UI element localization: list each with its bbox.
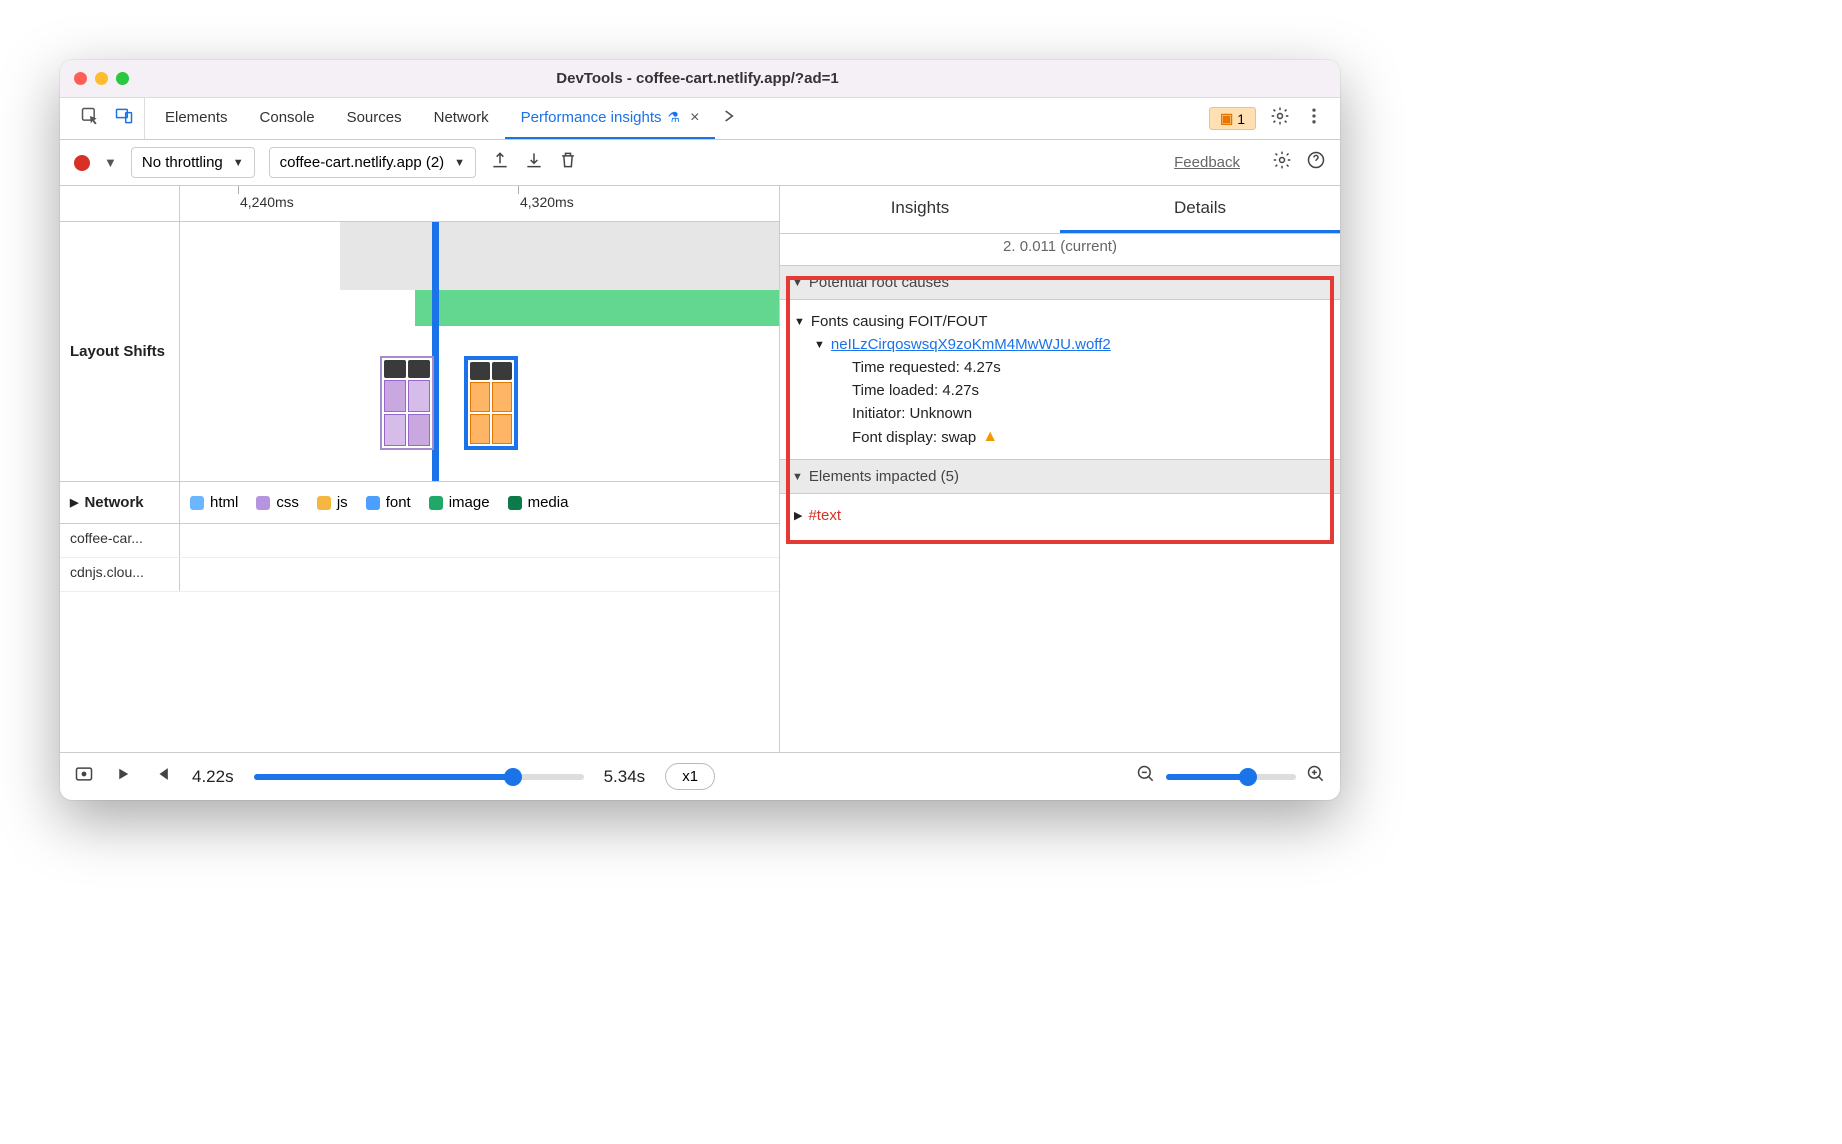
inspect-element-icon[interactable] [80,106,100,131]
delete-icon[interactable] [558,150,578,175]
tab-network[interactable]: Network [418,98,505,139]
chevron-right-icon: ▶ [70,496,78,509]
playback-footer: 4.22s 5.34s x1 [60,752,1340,800]
font-file-link-row[interactable]: ▼ neILzCirqoswsqX9zoKmM4MwWJU.woff2 [794,333,1326,356]
playback-speed[interactable]: x1 [665,763,715,790]
import-icon[interactable] [524,150,544,175]
tab-console[interactable]: Console [244,98,331,139]
experiment-flask-icon: ⚗ [668,109,681,126]
titlebar: DevTools - coffee-cart.netlify.app/?ad=1 [60,60,1340,98]
legend-image: image [449,494,490,511]
zoom-out-icon[interactable] [1136,764,1156,789]
legend-font: font [386,494,411,511]
initiator: Initiator: Unknown [794,402,1326,425]
source-label: coffee-cart.netlify.app (2) [280,154,445,171]
tab-details[interactable]: Details [1060,186,1340,233]
timeline-band [340,222,779,290]
issues-badge[interactable]: ▣ 1 [1209,107,1256,130]
network-legend: html css js font image media [180,482,779,523]
network-label[interactable]: ▶ Network [60,482,180,523]
help-icon[interactable] [1306,150,1326,175]
caret-right-icon: ▶ [794,509,802,522]
track-label: Layout Shifts [60,222,180,481]
details-tabs: Insights Details [780,186,1340,234]
time-ruler[interactable]: 4,240ms 4,320ms [60,186,779,222]
legend-html: html [210,494,238,511]
export-icon[interactable] [490,150,510,175]
time-end: 5.34s [604,767,646,787]
tab-label: Performance insights [521,109,662,126]
section-root-causes[interactable]: ▼ Potential root causes [780,265,1340,300]
caret-down-icon: ▼ [792,471,803,483]
layout-shifts-content[interactable] [180,222,779,481]
playback-slider[interactable] [254,774,584,780]
request-label: coffee-car... [60,524,180,557]
fonts-foit-fout-group[interactable]: ▼ Fonts causing FOIT/FOUT [794,310,1326,333]
tab-sources[interactable]: Sources [331,98,418,139]
badge-count: 1 [1237,111,1245,127]
window-title: DevTools - coffee-cart.netlify.app/?ad=1 [69,70,1326,87]
font-display-row: Font display: swap ▲ [794,425,1326,449]
request-row[interactable]: cdnjs.clou... [60,558,779,592]
rewind-start-icon[interactable] [152,764,172,789]
timeline-band-green [415,290,779,326]
tab-insights[interactable]: Insights [780,186,1060,233]
record-dropdown-arrow-icon[interactable]: ▼ [104,155,117,170]
main-area: 4,240ms 4,320ms Layout Shifts [60,186,1340,752]
caret-down-icon: ▼ [814,339,825,351]
details-content[interactable]: 2. 0.011 (current) ▼ Potential root caus… [780,234,1340,752]
warning-icon: ▣ [1220,110,1233,127]
network-requests: coffee-car... cdnjs.clou... [60,524,779,592]
warning-triangle-icon: ▲ [982,428,998,446]
zoom-slider[interactable] [1166,774,1296,780]
legend-css: css [276,494,299,511]
legend-media: media [528,494,569,511]
legend-js: js [337,494,348,511]
time-requested: Time requested: 4.27s [794,356,1326,379]
chevron-down-icon: ▼ [233,157,244,169]
time-tick: 4,320ms [520,194,574,210]
panel-tabbar: Elements Console Sources Network Perform… [60,98,1340,140]
throttling-label: No throttling [142,154,223,171]
close-tab-icon[interactable]: × [690,109,699,127]
time-start: 4.22s [192,767,234,787]
timeline-pane: 4,240ms 4,320ms Layout Shifts [60,186,780,752]
network-track-header: ▶ Network html css js font image media [60,482,779,524]
feedback-link[interactable]: Feedback [1174,154,1240,171]
kebab-menu-icon[interactable] [1304,106,1324,131]
device-toolbar-icon[interactable] [114,106,134,131]
tab-performance-insights[interactable]: Performance insights ⚗ × [505,98,716,139]
element-text-node[interactable]: ▶ #text [794,504,1326,527]
layout-shift-thumbnail-selected[interactable] [464,356,518,450]
request-row[interactable]: coffee-car... [60,524,779,558]
time-loaded: Time loaded: 4.27s [794,379,1326,402]
devtools-window: DevTools - coffee-cart.netlify.app/?ad=1… [60,60,1340,800]
zoom-in-icon[interactable] [1306,764,1326,789]
caret-down-icon: ▼ [792,277,803,289]
font-file-link[interactable]: neILzCirqoswsqX9zoKmM4MwWJU.woff2 [831,336,1111,353]
current-shift-text: 2. 0.011 (current) [780,234,1340,265]
play-button[interactable] [114,765,132,788]
insights-toolbar: ▼ No throttling ▼ coffee-cart.netlify.ap… [60,140,1340,186]
recording-source-select[interactable]: coffee-cart.netlify.app (2) ▼ [269,147,476,178]
chevron-down-icon: ▼ [454,157,465,169]
caret-down-icon: ▼ [794,316,805,328]
layout-shift-thumbnail[interactable] [380,356,434,450]
panel-settings-gear-icon[interactable] [1272,150,1292,175]
section-elements-impacted[interactable]: ▼ Elements impacted (5) [780,459,1340,494]
time-tick: 4,240ms [240,194,294,210]
more-tabs-chevron-icon[interactable] [719,106,739,131]
throttling-select[interactable]: No throttling ▼ [131,147,255,178]
preview-toggle-icon[interactable] [74,764,94,789]
details-pane: Insights Details 2. 0.011 (current) ▼ Po… [780,186,1340,752]
settings-gear-icon[interactable] [1270,106,1290,131]
request-label: cdnjs.clou... [60,558,180,591]
record-button[interactable] [74,155,90,171]
layout-shifts-track: Layout Shifts [60,222,779,482]
tab-elements[interactable]: Elements [149,98,244,139]
